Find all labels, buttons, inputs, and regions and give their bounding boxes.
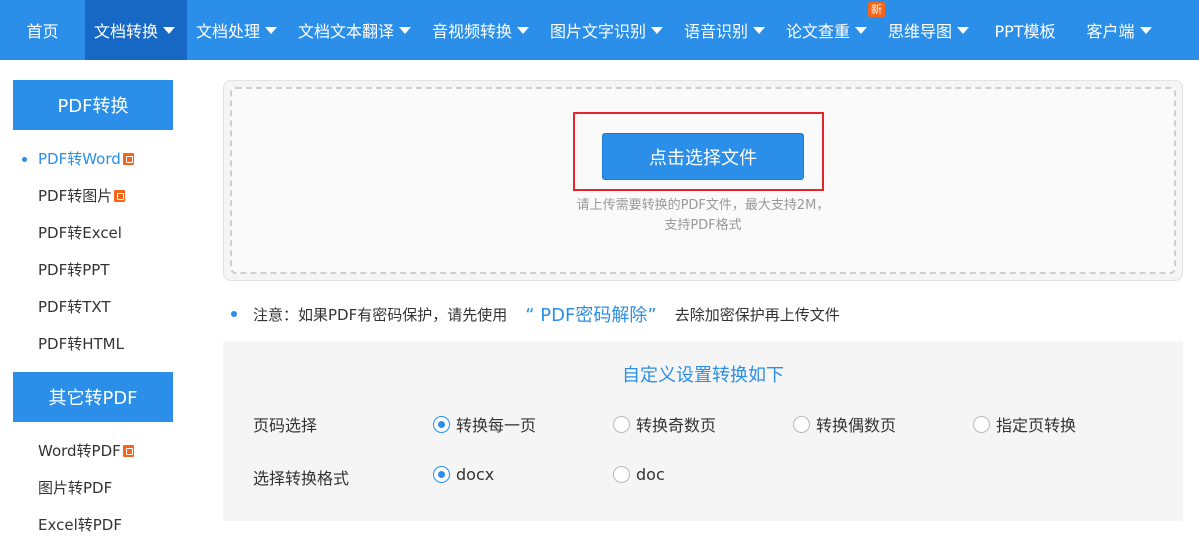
nav-label: 音视频转换 [432, 22, 513, 41]
nav-label: 语音识别 [684, 22, 749, 41]
nav-item-plagiarism[interactable]: 论文查重 新 [777, 0, 885, 60]
radio-label: doc [636, 465, 665, 484]
radio-checked-icon [433, 415, 450, 433]
sidebar-item-label: PDF转图片 [38, 187, 113, 205]
format-select-label: 选择转换格式 [253, 469, 350, 488]
nav-label: 论文查重 [786, 22, 851, 41]
radio-checked-icon [433, 466, 450, 483]
nav-item-doc-convert[interactable]: 文档转换 [85, 0, 187, 60]
upload-area[interactable]: 点击选择文件 请上传需要转换的PDF文件，最大支持2M， 支持PDF格式 [223, 80, 1183, 281]
sidebar-item-pdf-to-html[interactable]: PDF转HTML [13, 325, 173, 362]
sidebar-item-label: Excel转PDF [38, 516, 122, 534]
nav-label: 思维导图 [888, 22, 953, 41]
radio-convert-every-page[interactable]: 转换每一页 [433, 412, 536, 436]
radio-format-doc[interactable]: doc [613, 465, 665, 484]
chevron-down-icon [855, 26, 868, 34]
sidebar-group-to-pdf: Word转PDF 图片转PDF Excel转PDF [13, 422, 173, 540]
nav-item-speech[interactable]: 语音识别 [675, 0, 777, 60]
sidebar-group-pdf-convert-title: PDF转换 [13, 80, 173, 130]
sidebar-item-label: PDF转TXT [38, 298, 111, 316]
notice-bullet [231, 311, 237, 317]
hot-icon [122, 444, 134, 457]
nav-label: 客户端 [1086, 22, 1135, 41]
nav-item-translate[interactable]: 文档文本翻译 [289, 0, 423, 60]
sidebar-item-pdf-to-txt[interactable]: PDF转TXT [13, 288, 173, 325]
page-select-label: 页码选择 [253, 416, 318, 435]
notice-prefix: 注意：如果PDF有密码保护，请先使用 [253, 305, 508, 324]
chevron-down-icon [399, 26, 412, 34]
sidebar: PDF转换 PDF转Word PDF转图片 PDF转Excel PDF转PPT … [13, 80, 173, 540]
nav-item-mindmap[interactable]: 思维导图 [879, 0, 981, 60]
settings-title: 自定义设置转换如下 [622, 365, 784, 386]
radio-unchecked-icon [613, 415, 630, 433]
radio-label: 转换偶数页 [816, 416, 897, 435]
nav-item-home[interactable]: 首页 [0, 0, 85, 60]
radio-label: 转换每一页 [456, 416, 537, 435]
chevron-down-icon [163, 26, 176, 34]
sidebar-group-to-pdf-title: 其它转PDF [13, 372, 173, 422]
sidebar-item-pdf-to-excel[interactable]: PDF转Excel [13, 214, 173, 251]
radio-convert-odd-pages[interactable]: 转换奇数页 [613, 412, 716, 436]
nav-label: 文档转换 [94, 22, 159, 41]
sidebar-item-word-to-pdf[interactable]: Word转PDF [13, 432, 173, 469]
sidebar-item-label: PDF转HTML [38, 335, 124, 353]
nav-item-client[interactable]: 客户端 [1069, 0, 1169, 60]
chevron-down-icon [265, 26, 278, 34]
chevron-down-icon [957, 26, 970, 34]
radio-unchecked-icon [613, 466, 630, 483]
password-notice: 注意：如果PDF有密码保护，请先使用 “ PDF密码解除” 去除加密保护再上传文… [231, 300, 840, 328]
chevron-down-icon [753, 26, 766, 34]
radio-label: 转换奇数页 [636, 416, 717, 435]
sidebar-item-pdf-to-word[interactable]: PDF转Word [13, 140, 173, 177]
notice-suffix: 去除加密保护再上传文件 [674, 305, 840, 324]
sidebar-item-label: Word转PDF [38, 442, 121, 460]
nav-item-ocr[interactable]: 图片文字识别 [541, 0, 675, 60]
upload-hint-line1: 请上传需要转换的PDF文件，最大支持2M， [576, 198, 830, 213]
nav-item-ppt-template[interactable]: PPT模板 [981, 0, 1069, 60]
radio-label: docx [456, 465, 495, 484]
nav-label: PPT模板 [994, 22, 1056, 41]
sidebar-item-label: PDF转Word [38, 150, 121, 168]
nav-label: 图片文字识别 [550, 22, 647, 41]
nav-label: 文档文本翻译 [298, 22, 395, 41]
chevron-down-icon [517, 26, 530, 34]
radio-convert-even-pages[interactable]: 转换偶数页 [793, 412, 896, 436]
radio-convert-specific-pages[interactable]: 指定页转换 [973, 412, 1076, 436]
sidebar-item-excel-to-pdf[interactable]: Excel转PDF [13, 506, 173, 540]
chevron-down-icon [1139, 26, 1152, 34]
chevron-down-icon [651, 26, 664, 34]
radio-unchecked-icon [973, 415, 990, 433]
nav-label: 文档处理 [196, 22, 261, 41]
hot-icon [114, 189, 126, 202]
nav-label: 首页 [26, 22, 59, 41]
top-nav: 首页 文档转换 文档处理 文档文本翻译 音视频转换 图片文字识别 语音识别 论文… [0, 0, 1199, 60]
upload-hint-line2: 支持PDF格式 [664, 218, 742, 233]
pdf-password-remove-link[interactable]: “ PDF密码解除” [525, 301, 656, 327]
sidebar-item-label: PDF转PPT [38, 261, 110, 279]
sidebar-item-label: 图片转PDF [38, 479, 113, 497]
radio-unchecked-icon [793, 415, 810, 433]
sidebar-item-pdf-to-image[interactable]: PDF转图片 [13, 177, 173, 214]
radio-label: 指定页转换 [996, 416, 1077, 435]
radio-format-docx[interactable]: docx [433, 465, 494, 484]
hot-icon [122, 152, 134, 165]
upload-hint: 请上传需要转换的PDF文件，最大支持2M， 支持PDF格式 [224, 196, 1182, 236]
sidebar-item-label: PDF转Excel [38, 224, 122, 242]
sidebar-item-pdf-to-ppt[interactable]: PDF转PPT [13, 251, 173, 288]
nav-item-doc-process[interactable]: 文档处理 [187, 0, 289, 60]
conversion-settings: 自定义设置转换如下 页码选择 转换每一页 转换奇数页 转换偶数页 指定页转换 选… [223, 341, 1183, 521]
sidebar-item-image-to-pdf[interactable]: 图片转PDF [13, 469, 173, 506]
choose-file-button[interactable]: 点击选择文件 [602, 133, 804, 180]
nav-item-av-convert[interactable]: 音视频转换 [423, 0, 541, 60]
sidebar-group-pdf-convert: PDF转Word PDF转图片 PDF转Excel PDF转PPT PDF转TX… [13, 130, 173, 372]
active-dot [22, 157, 27, 162]
